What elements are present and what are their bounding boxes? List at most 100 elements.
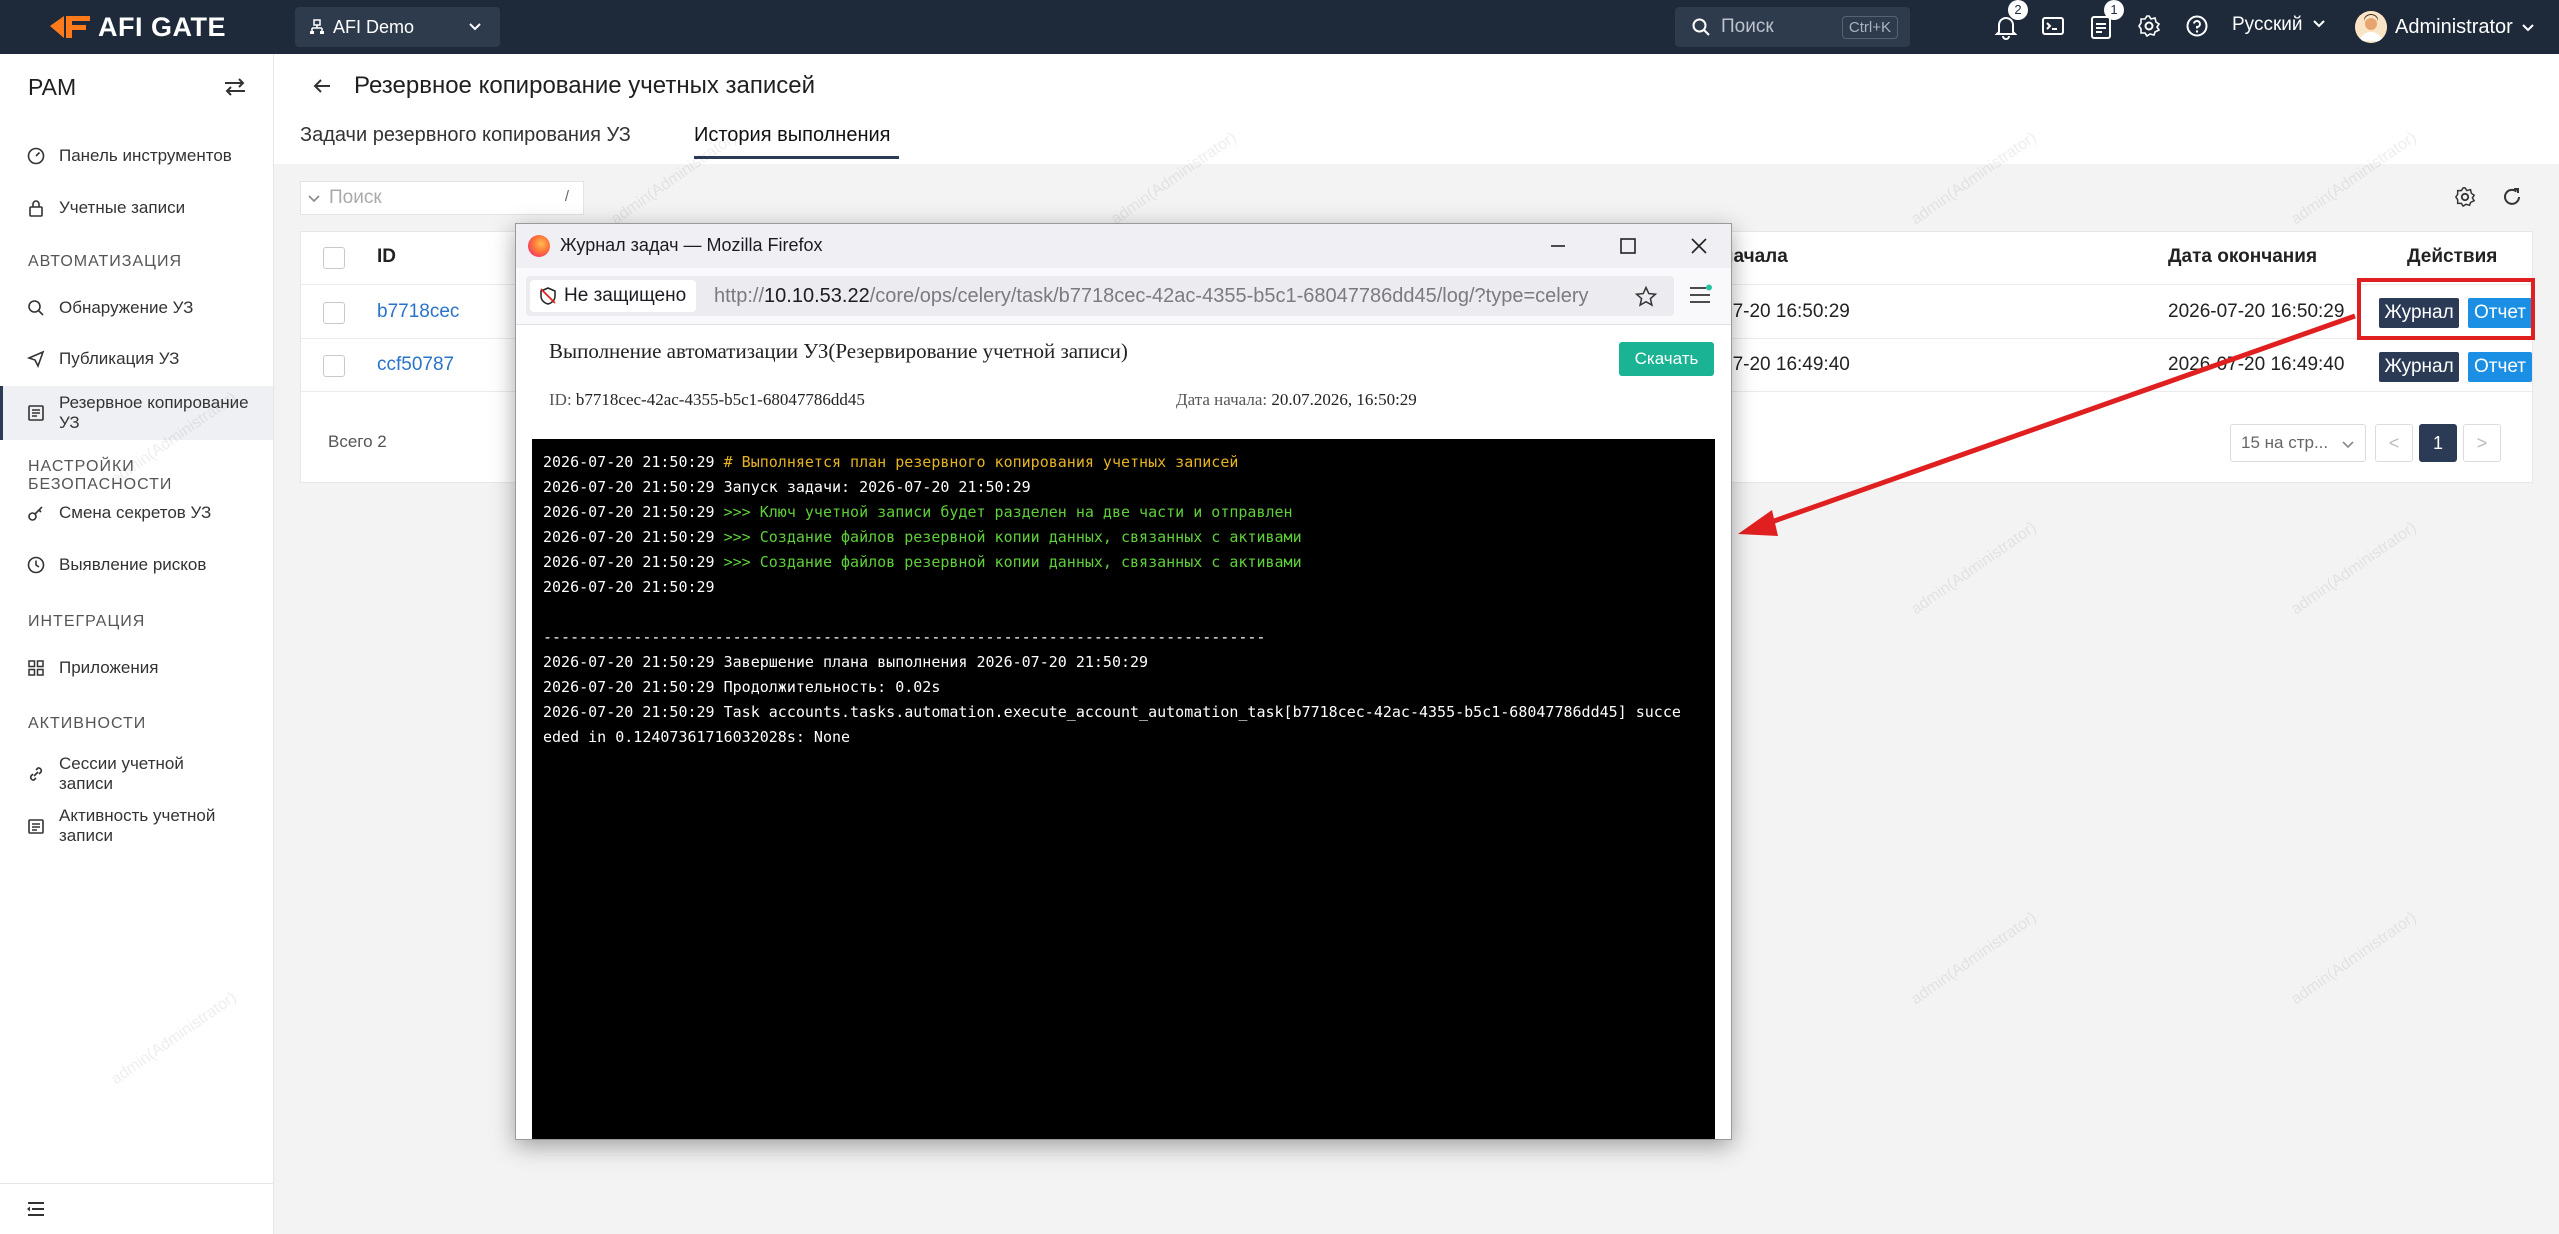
back-arrow-icon[interactable] [310, 74, 334, 98]
log-line: eded in 0.12407361716032028s: None [543, 728, 850, 746]
tasks-button[interactable]: 1 [2090, 0, 2124, 45]
sidebar-item-account-activity[interactable]: Активность учетной записи [0, 800, 273, 852]
sidebar-item-secret-change[interactable]: Смена секретов УЗ [0, 491, 273, 535]
user-menu[interactable]: Administrator [2355, 9, 2535, 45]
prev-page-button[interactable]: < [2375, 424, 2413, 462]
brand-logo[interactable]: AFI GATE [48, 12, 226, 42]
annotation-highlight-box [2357, 278, 2535, 340]
page-header: Резервное копирование учетных записей За… [274, 54, 2559, 164]
sidebar-item-label: Резервное копирование УЗ [59, 393, 249, 432]
log-terminal[interactable]: 2026-07-20 21:50:29 # Выполняется план р… [532, 439, 1715, 1139]
org-selector[interactable]: AFI Demo [295, 7, 500, 47]
task-start-date: Дата начала: 20.07.2026, 16:50:29 [1176, 390, 1417, 410]
task-start-value: 20.07.2026, 16:50:29 [1271, 390, 1417, 409]
active-tab-indicator [694, 156, 899, 159]
download-button[interactable]: Скачать [1619, 342, 1714, 376]
notifications-button[interactable]: 2 [1994, 0, 2028, 45]
sidebar-item-accounts[interactable]: Учетные записи [0, 186, 273, 230]
calendar-icon [28, 819, 44, 834]
column-header-end-date[interactable]: Дата окончания [2168, 246, 2317, 268]
log-message: Продолжительность: 0.02s [723, 678, 941, 696]
bookmark-star-icon[interactable] [1634, 285, 1658, 309]
task-id-value: b7718cec-42ac-4355-b5c1-68047786dd45 [575, 390, 865, 409]
tab-execution-history[interactable]: История выполнения [694, 124, 891, 147]
notifications-badge: 2 [2008, 0, 2028, 20]
row-id-link[interactable]: ccf50787 [377, 354, 454, 376]
tab-backup-tasks[interactable]: Задачи резервного копирования УЗ [300, 124, 631, 147]
log-line: 2026-07-20 21:50:29 >>> Ключ учетной зап… [543, 503, 1293, 521]
log-message: ----------------------------------------… [543, 628, 1266, 646]
gear-icon [2138, 15, 2161, 38]
sidebar-group-automation: АВТОМАТИЗАЦИЯ [28, 253, 183, 270]
help-button[interactable] [2185, 14, 2209, 43]
log-line: 2026-07-20 21:50:29 Запуск задачи: 2026-… [543, 478, 1031, 496]
maximize-icon[interactable] [1616, 234, 1640, 258]
log-timestamp: 2026-07-20 21:50:29 [543, 478, 724, 496]
terminal-button[interactable] [2041, 14, 2065, 43]
sidebar-item-risk-detection[interactable]: Выявление рисков [0, 543, 273, 587]
watermark: admin(Administrator) [2288, 909, 2420, 1009]
firefox-popup-window: Журнал задач — Mozilla Firefox Не защище… [515, 223, 1732, 1140]
log-timestamp: 2026-07-20 21:50:29 [543, 578, 724, 596]
gear-icon[interactable] [2454, 186, 2476, 208]
browser-toolbar: Не защищено http://10.10.53.22/core/ops/… [516, 268, 1731, 325]
log-line: 2026-07-20 21:50:29 Завершение плана вып… [543, 653, 1148, 671]
row-id-link[interactable]: b7718cec [377, 301, 459, 323]
browser-menu-icon[interactable] [1688, 284, 1712, 306]
sidebar-item-discovery[interactable]: Обнаружение УЗ [0, 286, 273, 330]
brand-name: AFI GATE [98, 11, 226, 42]
tasks-badge: 1 [2104, 0, 2124, 20]
lock-icon [29, 200, 43, 217]
sidebar-group-activity: АКТИВНОСТИ [28, 715, 147, 732]
refresh-icon[interactable] [2501, 186, 2523, 208]
settings-button[interactable] [2137, 14, 2161, 43]
sidebar-item-account-sessions[interactable]: Сессии учетной записи [0, 748, 273, 800]
sidebar-item-publication[interactable]: Публикация УЗ [0, 337, 273, 381]
row-checkbox[interactable] [323, 355, 345, 377]
address-bar[interactable]: Не защищено http://10.10.53.22/core/ops/… [526, 276, 1674, 316]
url-text: http://10.10.53.22/core/ops/celery/task/… [714, 285, 1594, 308]
collapse-menu-icon[interactable] [26, 1200, 46, 1218]
chevron-down-icon [308, 195, 320, 203]
language-label: Русский [2232, 14, 2303, 35]
sidebar-item-label: Учетные записи [59, 198, 186, 217]
not-secure-label: Не защищено [564, 285, 687, 306]
column-header-actions: Действия [2407, 246, 2498, 267]
next-page-button[interactable]: > [2463, 424, 2501, 462]
language-selector[interactable]: Русский [2232, 14, 2326, 36]
log-button[interactable]: Журнал [2379, 352, 2459, 382]
minimize-icon[interactable] [1546, 234, 1570, 258]
close-icon[interactable] [1687, 234, 1711, 258]
log-message: >>> Ключ учетной записи будет разделен н… [723, 503, 1293, 521]
sidebar-title: PAM [28, 74, 77, 100]
sidebar-item-dashboard[interactable]: Панель инструментов [0, 134, 273, 178]
task-start-label: Дата начала: [1176, 390, 1268, 409]
sidebar-item-backup[interactable]: Резервное копирование УЗ [0, 386, 273, 440]
log-line: 2026-07-20 21:50:29 >>> Создание файлов … [543, 528, 1302, 546]
select-all-checkbox[interactable] [323, 247, 345, 269]
clock-icon [27, 556, 45, 574]
backup-icon [28, 405, 44, 421]
window-titlebar[interactable]: Журнал задач — Mozilla Firefox [516, 224, 1731, 268]
log-timestamp: 2026-07-20 21:50:29 [543, 528, 724, 546]
sidebar-item-label: Выявление рисков [59, 555, 207, 574]
row-end-date: 2026-07-20 16:49:40 [2168, 354, 2345, 375]
log-timestamp: 2026-07-20 21:50:29 [543, 453, 724, 471]
switch-view-icon[interactable] [222, 76, 248, 98]
sidebar-item-applications[interactable]: Приложения [0, 646, 273, 690]
log-line: 2026-07-20 21:50:29 >>> Создание файлов … [543, 553, 1302, 571]
global-search[interactable]: Поиск Ctrl+K [1675, 7, 1910, 47]
report-button[interactable]: Отчет [2468, 352, 2532, 382]
column-header-id[interactable]: ID [377, 246, 396, 268]
watermark: admin(Administrator) [1908, 519, 2040, 619]
sidebar-footer [0, 1183, 273, 1234]
page-size-select[interactable]: 15 на стр... [2230, 424, 2366, 462]
brand-logo-icon [50, 16, 90, 38]
page-1-button[interactable]: 1 [2419, 424, 2457, 462]
not-secure-indicator[interactable]: Не защищено [530, 280, 697, 312]
sidebar-item-label: Обнаружение УЗ [59, 298, 194, 317]
row-checkbox[interactable] [323, 302, 345, 324]
log-message: eded in 0.12407361716032028s: None [543, 728, 851, 746]
table-search-input[interactable]: Поиск / [300, 181, 584, 215]
sidebar: PAM Панель инструментов Учетные записи А… [0, 54, 274, 1234]
